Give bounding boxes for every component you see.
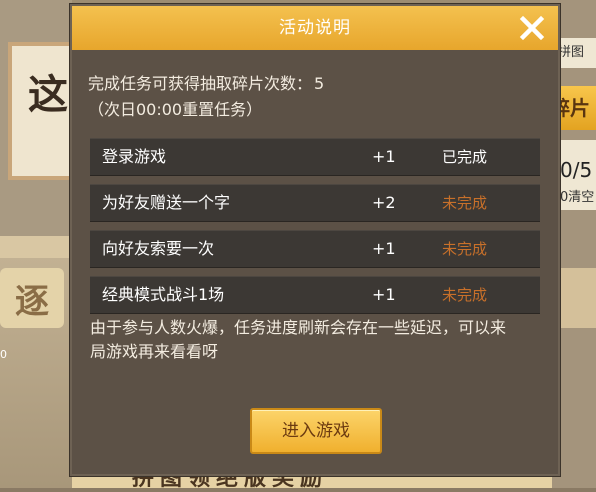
fragment-quota: 完成任务可获得抽取碎片次数： 5 (88, 70, 324, 94)
refresh-notice: 由于参与人数火爆，任务进度刷新会存在一些延迟，可以来局游戏再来看看呀 (90, 318, 507, 361)
task-reward: +1 (372, 285, 396, 304)
task-name: 向好友索要一次 (102, 239, 215, 258)
quota-value: 5 (314, 74, 325, 93)
quota-label: 完成任务可获得抽取碎片次数： (88, 74, 313, 93)
task-row: 登录游戏 +1 已完成 (90, 138, 540, 176)
close-icon (519, 15, 545, 41)
task-reward: +1 (372, 239, 396, 258)
task-status: 未完成 (442, 194, 488, 212)
task-list: 登录游戏 +1 已完成 为好友赠送一个字 +2 未完成 向好友索要一次 +1 未… (90, 138, 540, 322)
activity-dialog: 活动说明 完成任务可获得抽取碎片次数： 5 （次日00:00重置任务） 登录游戏 … (70, 4, 560, 476)
task-name: 为好友赠送一个字 (102, 193, 231, 212)
background-clear-label: 0清空 (560, 190, 595, 205)
dialog-title: 活动说明 (279, 18, 351, 38)
task-status: 已完成 (442, 148, 488, 166)
background-left-char: 这 (28, 71, 68, 118)
task-row: 向好友索要一次 +1 未完成 (90, 230, 540, 268)
task-row: 经典模式战斗1场 +1 未完成 (90, 276, 540, 314)
task-status: 未完成 (442, 286, 488, 304)
background-left-counter: 0 (0, 348, 7, 361)
background-puzzle-tile: 逐 (0, 268, 64, 328)
background-left-tiles: 逐 0 (0, 258, 72, 488)
close-button[interactable] (516, 12, 548, 44)
background-left-panel: 这 (0, 0, 76, 276)
enter-game-button[interactable]: 进入游戏 (250, 408, 382, 454)
task-name: 经典模式战斗1场 (102, 285, 225, 304)
task-status: 未完成 (442, 240, 488, 258)
task-name: 登录游戏 (102, 147, 167, 166)
reset-note: （次日00:00重置任务） (88, 100, 263, 119)
task-reward: +1 (372, 147, 396, 166)
background-fragment-count: 0/5 (560, 158, 593, 182)
task-row: 为好友赠送一个字 +2 未完成 (90, 184, 540, 222)
dialog-header: 活动说明 (72, 6, 558, 50)
task-reward: +2 (372, 193, 396, 212)
